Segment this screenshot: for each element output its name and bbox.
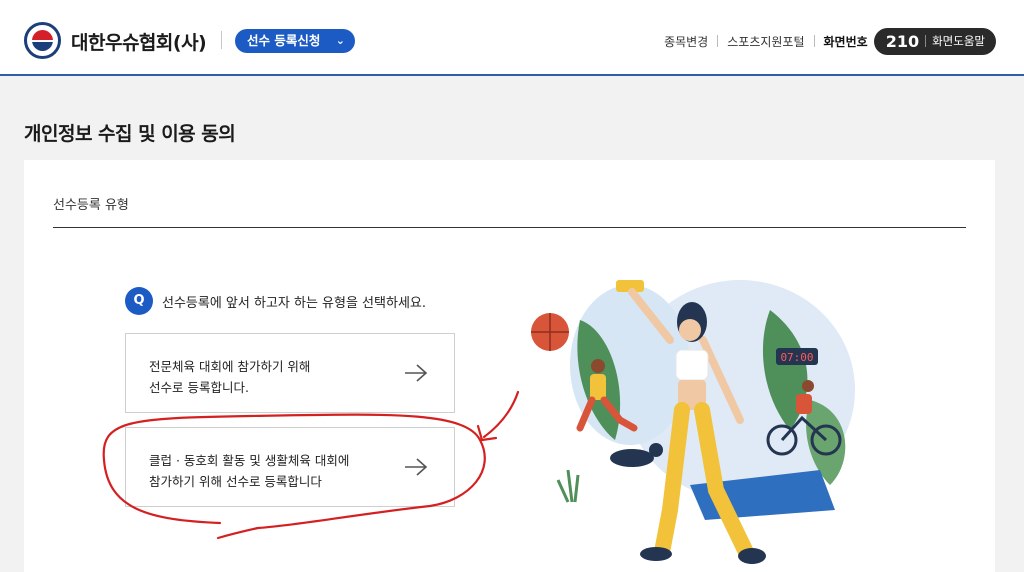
- section-divider: [53, 227, 966, 228]
- screen-number: 210: [885, 31, 920, 51]
- chevron-down-icon: ⌄: [335, 34, 345, 47]
- header-divider: [221, 31, 222, 49]
- question-badge-icon: Q: [125, 287, 153, 315]
- section-label: 선수등록 유형: [53, 198, 129, 213]
- registration-menu-label: 선수 등록신청: [247, 33, 321, 48]
- page-title: 개인정보 수집 및 이용 동의: [24, 123, 236, 145]
- option-line: 클럽 · 동호회 활동 및 생활체육 대회에: [149, 453, 350, 468]
- option-elite-athlete[interactable]: 전문체육 대회에 참가하기 위해 선수로 등록합니다.: [125, 333, 455, 413]
- arrow-right-icon: [405, 458, 428, 476]
- arrow-right-icon: [405, 364, 428, 382]
- option-line: 전문체육 대회에 참가하기 위해: [149, 359, 311, 374]
- screen-help-badge[interactable]: 210 화면도움말: [873, 27, 996, 55]
- badge-separator: [925, 35, 927, 47]
- association-logo-icon[interactable]: [24, 22, 61, 59]
- top-header: 대한우슈협회(사) 선수 등록신청 ⌄ 종목변경 스포츠지원포털 화면번호 21…: [0, 0, 1024, 76]
- screen-help-link[interactable]: 화면도움말: [932, 33, 985, 49]
- registration-menu-dropdown[interactable]: 선수 등록신청 ⌄: [235, 29, 355, 53]
- org-name[interactable]: 대한우슈협회(사): [71, 28, 207, 55]
- option-line: 참가하기 위해 선수로 등록합니다: [149, 474, 322, 489]
- header-links: 종목변경 스포츠지원포털 화면번호 210 화면도움말: [655, 27, 996, 55]
- sports-portal-link[interactable]: 스포츠지원포털: [718, 33, 813, 50]
- question-text: 선수등록에 앞서 하고자 하는 유형을 선택하세요.: [162, 296, 426, 311]
- option-line: 선수로 등록합니다.: [149, 380, 249, 395]
- sports-illustration: 07:00: [531, 280, 855, 564]
- option-club-athlete[interactable]: 클럽 · 동호회 활동 및 생활체육 대회에 참가하기 위해 선수로 등록합니다: [125, 427, 455, 507]
- clock-display: 07:00: [780, 351, 813, 364]
- screen-number-label: 화면번호: [823, 34, 868, 49]
- change-sport-link[interactable]: 종목변경: [655, 33, 717, 50]
